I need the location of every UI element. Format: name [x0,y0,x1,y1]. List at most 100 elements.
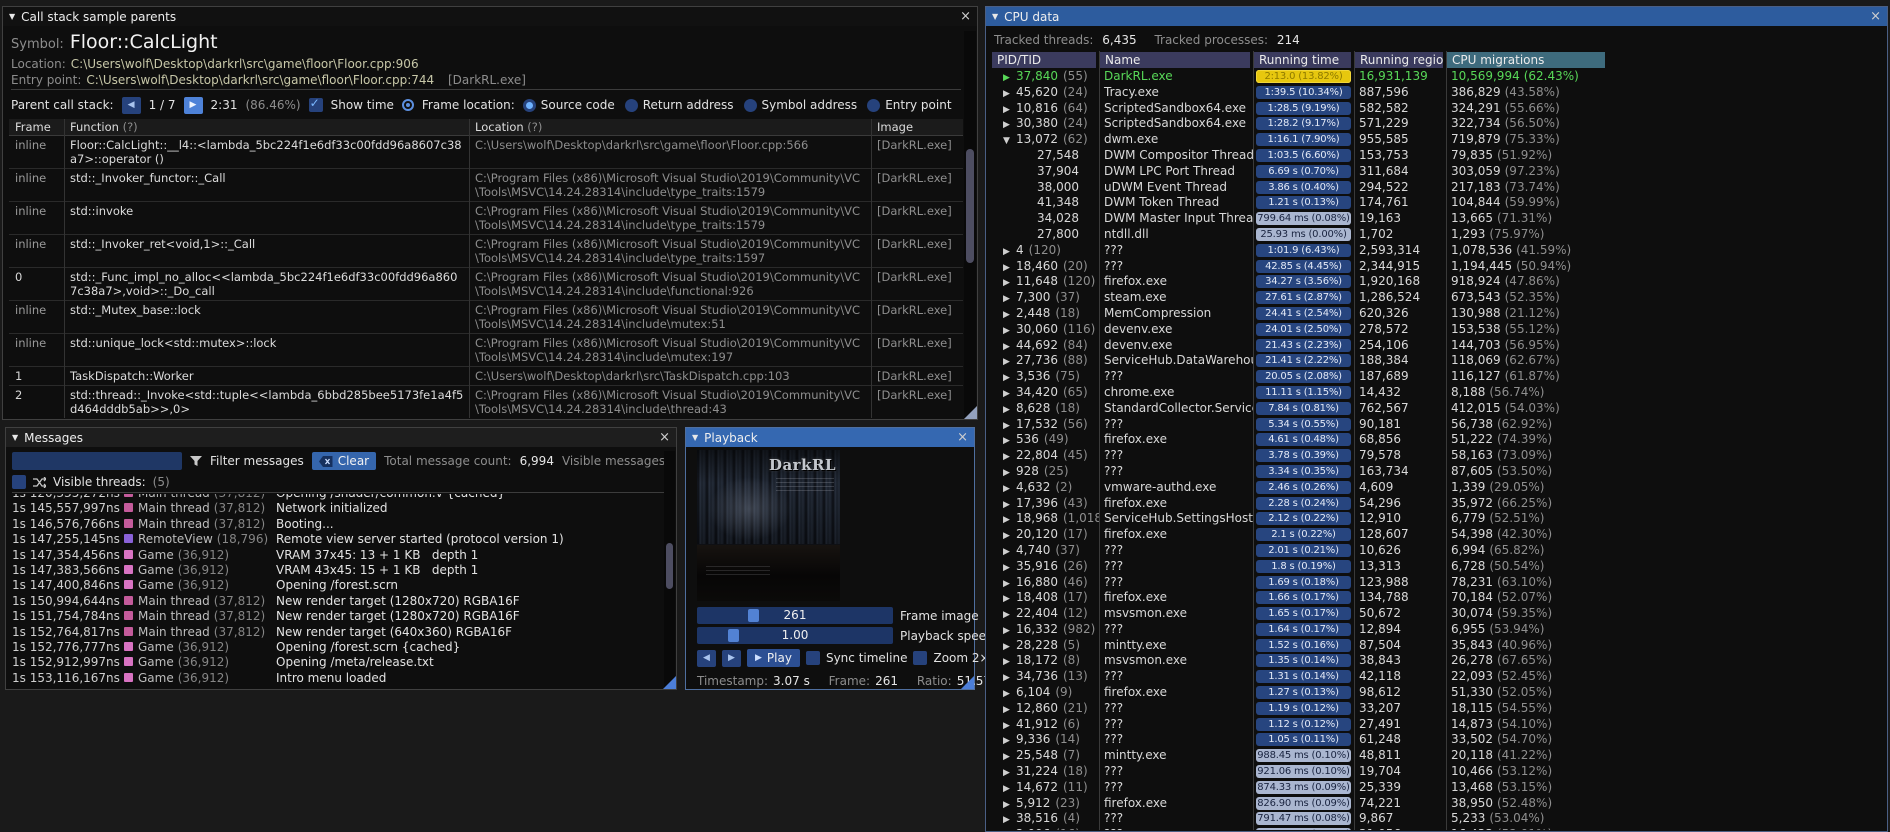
playback-speed-slider[interactable]: 1.00 [697,627,893,644]
expand-arrow-icon[interactable]: ▶ [1003,355,1016,369]
running-time-pill[interactable]: 11.11 s (1.15%) [1256,385,1351,399]
cpu-process-row[interactable]: ▶2,096(16) ??? 752.80 ms (0.08%) 31,056 … [991,827,1886,830]
message-row[interactable]: 1s 152,776,777ns Game (36,912) Opening /f… [12,640,663,655]
expand-arrow-icon[interactable]: ▶ [1003,118,1016,132]
frame-location-radio[interactable]: Symbol address [743,98,857,112]
expand-arrow-icon[interactable]: ▶ [1003,687,1016,701]
running-time-pill[interactable]: 2.1 s (0.22%) [1256,528,1351,542]
running-time-pill[interactable]: 2.01 s (0.21%) [1256,543,1351,557]
cpu-process-row[interactable]: ▶ 18,408 (17) firefox.exe 1.66 s (0.17%) 1… [991,590,1886,606]
cpu-process-row[interactable]: ▶ 928 (25) ??? 3.34 s (0.35%) 163,734 87,6… [991,464,1886,480]
cpu-process-row[interactable]: 38,000 uDWM Event Thread 3.86 s (0.40%) … [991,180,1886,196]
frame-location-radio[interactable]: Entry point [867,98,952,112]
cpu-process-row[interactable]: ▶8,628(18) StandardCollector.Service.exe… [991,401,1886,417]
close-icon[interactable]: × [960,10,971,23]
expand-arrow-icon[interactable]: ▶ [1003,434,1016,448]
cpu-process-row[interactable]: ▶ 37,840 (55) DarkRL.exe 2:13.0 (13.82%) 1… [991,69,1886,85]
running-time-pill[interactable]: 1:01.9 (6.43%) [1256,243,1351,257]
next-callstack-button[interactable]: ▶ [183,96,203,114]
running-time-pill[interactable]: 5.34 s (0.55%) [1256,417,1351,431]
message-row[interactable]: 1s 147,383,566ns Game (36,912) VRAM 43x45… [12,563,663,578]
message-row[interactable]: 1s 147,400,846ns Game (36,912) Opening /f… [12,578,663,593]
col-name[interactable]: Name [1100,52,1250,68]
message-row[interactable]: 1s 120,335,272ns Main thread(37,812) Ope… [12,494,663,501]
message-row[interactable]: 1s 151,754,784ns Main thread (37,812) New… [12,609,663,624]
running-time-pill[interactable]: 921.06 ms (0.10%) [1256,765,1351,779]
play-button[interactable]: ▶ Play [747,649,800,667]
function-cell[interactable]: std::invoke [64,202,469,235]
function-cell[interactable]: std::unique_lock<std::mutex>::lock [64,334,469,367]
cpu-process-row[interactable]: ▶ 18,460 (20) ??? 42.85 s (4.45%) 2,344,91… [991,259,1886,275]
running-time-pill[interactable]: 988.45 ms (0.10%) [1256,749,1351,763]
expand-arrow-icon[interactable]: ▶ [1003,403,1016,417]
scrollbar-thumb[interactable] [666,543,673,589]
scrollbar-thumb[interactable] [966,149,974,263]
frame-location-radio[interactable]: Source code [522,98,615,112]
cpu-process-row[interactable]: ▶ 25,548 (7) mintty.exe 988.45 ms (0.10%) … [991,748,1886,764]
running-time-pill[interactable]: 826.90 ms (0.09%) [1256,796,1351,810]
running-time-pill[interactable]: 1.05 s (0.11%) [1256,733,1351,747]
running-time-pill[interactable]: 25.93 ms (0.00%) [1256,227,1351,241]
running-time-pill[interactable]: 27.61 s (2.87%) [1256,291,1351,305]
callstack-row[interactable]: inline std::_Invoker_ret<void,1>::_Call … [9,235,963,268]
running-time-pill[interactable]: 1:39.5 (10.34%) [1256,85,1351,99]
expand-arrow-icon[interactable]: ▶ [1003,387,1016,401]
sync-timeline-checkbox[interactable] [805,651,820,665]
running-time-pill[interactable]: 24.41 s (2.54%) [1256,306,1351,320]
expand-arrow-icon[interactable]: ▶ [1003,324,1016,338]
entry-path[interactable]: C:\Users\wolf\Desktop\darkrl\src\game\fl… [86,73,434,87]
collapse-icon[interactable]: ▼ [9,12,15,21]
running-time-pill[interactable]: 34.27 s (3.56%) [1256,275,1351,289]
running-time-pill[interactable]: 1:16.1 (7.90%) [1256,133,1351,147]
expand-arrow-icon[interactable]: ▶ [1003,308,1016,322]
expand-arrow-icon[interactable]: ▶ [1003,561,1016,575]
expand-arrow-icon[interactable]: ▶ [1003,798,1016,812]
cpu-process-row[interactable]: ▶ 7,300 (37) steam.exe 27.61 s (2.87%) 1,2… [991,290,1886,306]
running-time-pill[interactable]: 3.34 s (0.35%) [1256,464,1351,478]
close-icon[interactable]: × [659,431,670,444]
expand-arrow-icon[interactable]: ▶ [1003,292,1016,306]
running-time-pill[interactable]: 1.65 s (0.17%) [1256,607,1351,621]
resize-grip[interactable] [663,676,676,689]
cpu-process-row[interactable]: ▶ 45,620 (24) Tracy.exe 1:39.5 (10.34%) 88… [991,85,1886,101]
message-row[interactable]: 1s 153,116,167ns Game (36,912) Intro menu… [12,671,663,686]
running-time-pill[interactable]: 4.61 s (0.48%) [1256,433,1351,447]
expand-arrow-icon[interactable]: ▶ [1003,466,1016,480]
threads-checkbox[interactable] [12,475,26,489]
expand-arrow-icon[interactable]: ▶ [1003,261,1016,275]
running-time-pill[interactable]: 874.33 ms (0.09%) [1256,780,1351,794]
cpu-process-row[interactable]: ▶ 22,804 (45) ??? 3.78 s (0.39%) 79,578 58… [991,448,1886,464]
frame-image-slider[interactable]: 261 [697,607,893,624]
running-time-pill[interactable]: 1.27 s (0.13%) [1256,686,1351,700]
running-time-pill[interactable]: 1.64 s (0.17%) [1256,622,1351,636]
function-cell[interactable]: std::_Mutex_base::lock [64,301,469,334]
function-cell[interactable]: std::thread::_Invoke<std::tuple<<lambda_… [64,386,469,418]
cpu-process-row[interactable]: 41,348 DWM Token Thread 1.21 s (0.13%) 1… [991,195,1886,211]
cpu-process-row[interactable]: ▶ 30,380 (24) ScriptedSandbox64.exe 1:28.2… [991,116,1886,132]
callstack-row[interactable]: inline std::invoke C:\Program Files (x86… [9,202,963,235]
running-time-pill[interactable]: 791.47 ms (0.08%) [1256,812,1351,826]
cpu-process-row[interactable]: 27,548 DWM Compositor Thread 1:03.5 (6.6… [991,148,1886,164]
expand-arrow-icon[interactable]: ▶ [1003,371,1016,385]
message-row[interactable]: 1s 147,354,456ns Game (36,912) VRAM 37x45… [12,548,663,563]
col-location[interactable]: Location (?) [469,119,871,135]
cpu-process-row[interactable]: ▶27,736(88) ServiceHub.DataWarehouseHost… [991,353,1886,369]
expand-arrow-icon[interactable]: ▶ [1003,766,1016,780]
radio-circle[interactable] [624,98,638,112]
running-time-pill[interactable]: 3.86 s (0.40%) [1256,180,1351,194]
running-time-pill[interactable]: 1:03.5 (6.60%) [1256,148,1351,162]
expand-arrow-icon[interactable]: ▶ [1003,577,1016,591]
running-time-pill[interactable]: 1.35 s (0.14%) [1256,654,1351,668]
sync-timeline-label[interactable]: Sync timeline [826,651,908,665]
cpu-process-row[interactable]: ▶ 38,516 (4) ??? 791.47 ms (0.08%) 9,867 5… [991,811,1886,827]
running-time-pill[interactable]: 1.19 s (0.12%) [1256,701,1351,715]
running-time-pill[interactable]: 21.41 s (2.22%) [1256,354,1351,368]
running-time-pill[interactable]: 1.8 s (0.19%) [1256,559,1351,573]
running-time-pill[interactable]: 1:28.2 (9.17%) [1256,117,1351,131]
messages-scrollbar[interactable] [664,451,675,688]
callstack-row[interactable]: 2 std::thread::_Invoke<std::tuple<<lambd… [9,386,963,418]
cpu-process-row[interactable]: ▶ 34,420 (65) chrome.exe 11.11 s (1.15%) 1… [991,385,1886,401]
location-hint-icon[interactable]: (?) [527,120,542,134]
cpu-process-row[interactable]: ▶ 41,912 (6) ??? 1.12 s (0.12%) 27,491 14,… [991,717,1886,733]
running-time-pill[interactable]: 2:13.0 (13.82%) [1256,70,1351,83]
